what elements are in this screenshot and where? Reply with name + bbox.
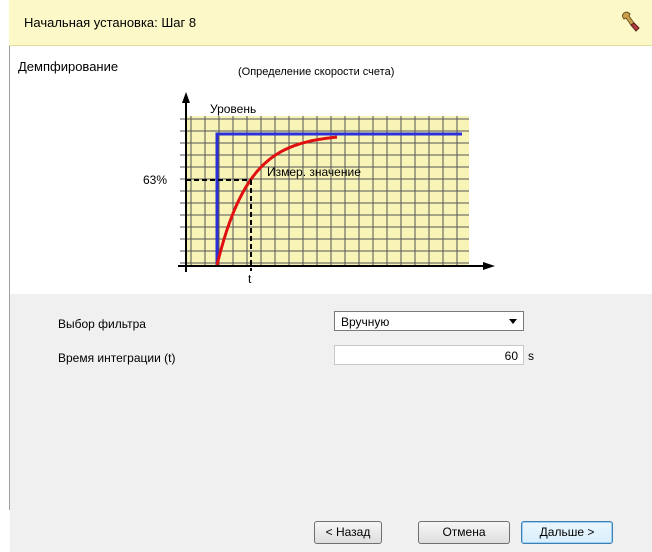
settings-panel: Выбор фильтра Вручную Время интеграции (… [10, 294, 652, 510]
damping-diagram: Уровень 63% Измер. значение t [143, 92, 495, 286]
level-label: Уровень [210, 102, 256, 116]
diagram-panel: Демпфирование (Определение скорости счет… [10, 47, 652, 294]
integration-time-input[interactable]: 60 [334, 345, 524, 365]
wizard-title: Начальная установка: Шаг 8 [24, 15, 197, 30]
y-axis-arrow [182, 92, 190, 103]
next-button[interactable]: Дальше > [521, 521, 613, 544]
time-label: t [248, 272, 252, 286]
integration-time-label: Время интеграции (t) [58, 351, 176, 365]
filter-label: Выбор фильтра [58, 317, 146, 331]
chevron-down-icon [509, 319, 517, 324]
x-axis-arrow [483, 262, 495, 270]
percent-label: 63% [143, 173, 167, 187]
integration-time-value: 60 [504, 349, 518, 363]
wizard-footer: < Назад Отмена Дальше > [10, 510, 652, 552]
wrench-icon [622, 11, 640, 32]
back-button[interactable]: < Назад [314, 521, 382, 544]
wizard-header: Начальная установка: Шаг 8 [9, 0, 652, 46]
measured-label: Измер. значение [267, 165, 361, 179]
filter-select-value: Вручную [341, 315, 390, 329]
filter-select[interactable]: Вручную [334, 311, 524, 331]
integration-time-unit: s [528, 349, 534, 363]
cancel-button[interactable]: Отмена [418, 521, 510, 544]
